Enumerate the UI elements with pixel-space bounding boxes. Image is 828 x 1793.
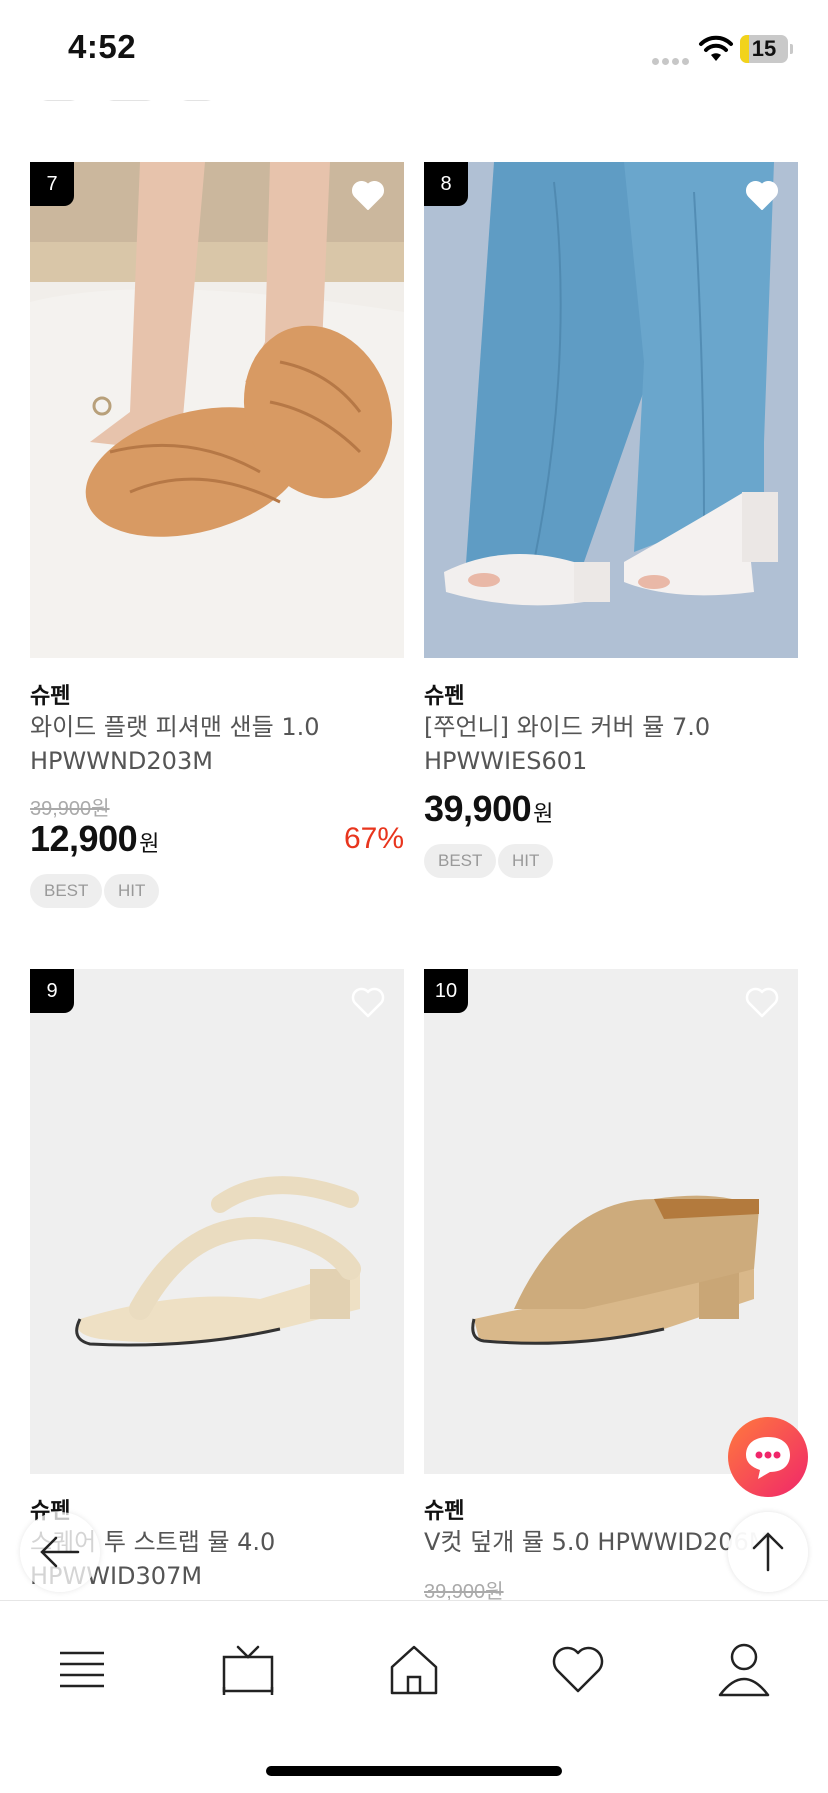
back-button[interactable] <box>20 1512 100 1592</box>
product-card[interactable]: 10 슈펜 V컷 덮개 뮬 5.0 HPWWID206M 39,900원 <box>424 969 798 1603</box>
chat-bubble-icon <box>746 1437 790 1479</box>
discount-rate: 67% <box>343 822 404 855</box>
battery-icon: 15 <box>740 35 788 63</box>
bottom-nav <box>0 1600 828 1793</box>
product-card[interactable]: 8 슈펜 [쭈언니] 와이드 커버 뮬 7.0 HPWWIES601 39,90… <box>424 162 798 922</box>
arrow-left-icon <box>40 1536 80 1568</box>
product-name-line1: [쭈언니] 와이드 커버 뮬 7.0 <box>424 713 711 741</box>
tag-best: BEST <box>30 874 103 908</box>
user-icon[interactable] <box>714 1639 774 1699</box>
heart-outline-icon[interactable] <box>350 985 386 1019</box>
rank-badge: 8 <box>424 162 468 206</box>
rank-badge: 9 <box>30 969 74 1013</box>
tag-best: BEST <box>424 844 497 878</box>
status-time: 4:52 <box>68 28 137 65</box>
product-brand: 슈펜 <box>30 684 71 709</box>
wifi-icon <box>699 35 733 61</box>
product-image[interactable]: 7 <box>30 162 404 658</box>
chat-button[interactable] <box>728 1417 808 1497</box>
product-card[interactable]: 7 슈펜 와이드 플랫 피셔맨 샌들 1.0 HPWWND203M 39,900… <box>30 162 404 922</box>
price-currency: 원 <box>533 802 553 827</box>
status-bar: 4:52 15 <box>0 0 828 100</box>
product-brand: 슈펜 <box>424 684 465 709</box>
price-currency: 원 <box>139 832 159 857</box>
home-icon[interactable] <box>384 1639 444 1699</box>
battery-tip <box>790 44 793 54</box>
tag-hit: HIT <box>498 844 554 878</box>
home-indicator <box>266 1766 562 1776</box>
product-name-line2: HPWWIES601 <box>424 747 588 775</box>
product-name[interactable]: 와이드 플랫 피셔맨 샌들 1.0 HPWWND203M <box>30 710 404 778</box>
product-name-line2: HPWWND203M <box>30 747 213 775</box>
rank-badge: 10 <box>424 969 468 1013</box>
product-card[interactable]: 9 슈펜 스퀘어 투 스트랩 뮬 4.0 HPWWID307M <box>30 969 404 1600</box>
heart-outline-icon[interactable] <box>744 178 780 212</box>
product-image[interactable]: 8 <box>424 162 798 658</box>
scroll-to-top-button[interactable] <box>728 1512 808 1592</box>
product-image[interactable]: 9 <box>30 969 404 1474</box>
cellular-signal-icon <box>652 50 692 65</box>
product-name[interactable]: [쭈언니] 와이드 커버 뮬 7.0 HPWWIES601 <box>424 710 798 778</box>
sale-price: 39,900원 <box>424 788 553 830</box>
product-name-line1: 와이드 플랫 피셔맨 샌들 1.0 <box>30 713 320 741</box>
rank-badge: 7 <box>30 162 74 206</box>
menu-icon[interactable] <box>52 1639 112 1699</box>
tag-hit: HIT <box>104 874 160 908</box>
heart-outline-icon[interactable] <box>744 985 780 1019</box>
battery-level: 15 <box>751 36 777 61</box>
product-brand: 슈펜 <box>424 1499 465 1524</box>
original-price: 39,900원 <box>30 798 110 820</box>
tv-icon[interactable] <box>218 1639 278 1699</box>
heart-icon[interactable] <box>548 1639 608 1699</box>
price-value: 12,900 <box>30 818 138 859</box>
heart-outline-icon[interactable] <box>350 178 386 212</box>
product-image[interactable]: 10 <box>424 969 798 1474</box>
arrow-up-icon <box>752 1532 784 1572</box>
sale-price: 12,900원 <box>30 818 159 860</box>
price-value: 39,900 <box>424 788 532 829</box>
